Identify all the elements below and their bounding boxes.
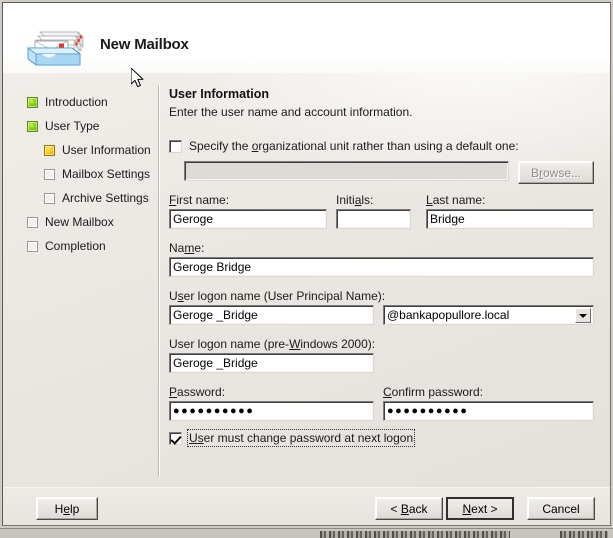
initials-input[interactable] bbox=[336, 209, 411, 229]
name-input[interactable]: Geroge Bridge bbox=[169, 257, 594, 277]
dialog-footer: Help < Back Next > Cancel bbox=[3, 487, 610, 525]
sidebar-item-user-type[interactable]: User Type bbox=[27, 119, 99, 133]
upn-label: User logon name (User Principal Name): bbox=[169, 289, 386, 303]
chevron-down-icon[interactable] bbox=[575, 308, 591, 323]
confirm-password-input[interactable]: ●●●●●●●●●● bbox=[383, 401, 594, 421]
sidebar-item-user-information[interactable]: User Information bbox=[44, 143, 151, 157]
first-name-input[interactable]: Geroge bbox=[169, 209, 327, 229]
ou-path-input bbox=[184, 161, 509, 181]
last-name-label: Last name: bbox=[426, 193, 486, 207]
password-label: Password: bbox=[169, 385, 226, 399]
upn-input[interactable]: Geroge _Bridge bbox=[169, 305, 374, 325]
new-mailbox-dialog: New Mailbox Introduction User Type User … bbox=[2, 2, 611, 526]
specify-ou-label: Specify the organizational unit rather t… bbox=[189, 139, 519, 153]
sidebar-item-mailbox-settings[interactable]: Mailbox Settings bbox=[44, 167, 150, 181]
mailbox-tray-icon bbox=[20, 22, 88, 70]
browse-button: Browse... bbox=[518, 161, 594, 184]
must-change-password-row[interactable]: User must change password at next logon bbox=[169, 429, 416, 447]
last-name-input[interactable]: Bridge bbox=[426, 209, 594, 229]
content-pane: User Information Enter the user name and… bbox=[158, 73, 610, 487]
password-input[interactable]: ●●●●●●●●●● bbox=[169, 401, 374, 421]
wizard-step-list: Introduction User Type User Information … bbox=[3, 73, 158, 487]
specify-ou-checkbox-row[interactable]: Specify the organizational unit rather t… bbox=[169, 139, 519, 153]
sidebar-item-introduction[interactable]: Introduction bbox=[27, 95, 108, 109]
sidebar-item-label: New Mailbox bbox=[45, 215, 114, 229]
back-button[interactable]: < Back bbox=[375, 497, 443, 520]
specify-ou-checkbox[interactable] bbox=[169, 139, 182, 153]
step-status-icon bbox=[44, 192, 55, 204]
must-change-password-label: User must change password at next logon bbox=[186, 429, 416, 447]
next-button[interactable]: Next > bbox=[446, 497, 514, 520]
sidebar-item-label: Completion bbox=[45, 239, 106, 253]
section-title: User Information bbox=[169, 87, 270, 101]
upn-domain-combobox[interactable]: @bankapopullore.local bbox=[383, 305, 594, 325]
confirm-password-label: Confirm password: bbox=[383, 385, 484, 399]
cancel-label: Cancel bbox=[542, 501, 580, 516]
name-label: Name: bbox=[169, 241, 205, 255]
browse-label: Browse... bbox=[530, 165, 582, 180]
step-status-icon bbox=[27, 96, 38, 108]
back-label: < Back bbox=[390, 501, 428, 516]
sidebar-item-label: Mailbox Settings bbox=[62, 167, 151, 181]
background-window-strip bbox=[0, 528, 613, 538]
help-label: Help bbox=[54, 501, 80, 516]
initials-label: Initials: bbox=[336, 193, 374, 207]
must-change-password-checkbox[interactable] bbox=[169, 431, 182, 445]
upn-domain-value: @bankapopullore.local bbox=[387, 308, 510, 322]
sidebar-item-label: User Type bbox=[45, 119, 100, 133]
step-status-icon bbox=[27, 240, 38, 252]
sidebar-item-archive-settings[interactable]: Archive Settings bbox=[44, 191, 149, 205]
pre-windows-logon-input[interactable]: Geroge _Bridge bbox=[169, 353, 374, 373]
pre-windows-logon-label: User logon name (pre-Windows 2000): bbox=[169, 337, 376, 351]
step-status-icon bbox=[44, 144, 55, 156]
background-window-content-b bbox=[560, 531, 608, 538]
dialog-body: Introduction User Type User Information … bbox=[3, 73, 610, 487]
first-name-label: First name: bbox=[169, 193, 230, 207]
step-status-icon bbox=[27, 120, 38, 132]
section-subtitle: Enter the user name and account informat… bbox=[169, 105, 413, 119]
background-window-content-a bbox=[320, 531, 510, 538]
sidebar-item-new-mailbox[interactable]: New Mailbox bbox=[27, 215, 114, 229]
step-status-icon bbox=[44, 168, 55, 180]
sidebar-item-completion[interactable]: Completion bbox=[27, 239, 106, 253]
dialog-header: New Mailbox bbox=[3, 3, 610, 73]
sidebar-item-label: Archive Settings bbox=[62, 191, 149, 205]
sidebar-item-label: Introduction bbox=[45, 95, 108, 109]
sidebar-item-label: User Information bbox=[62, 143, 151, 157]
page-title: New Mailbox bbox=[100, 36, 189, 53]
next-label: Next > bbox=[462, 501, 498, 516]
help-button[interactable]: Help bbox=[36, 497, 98, 520]
step-status-icon bbox=[27, 216, 38, 228]
cancel-button[interactable]: Cancel bbox=[527, 497, 595, 520]
